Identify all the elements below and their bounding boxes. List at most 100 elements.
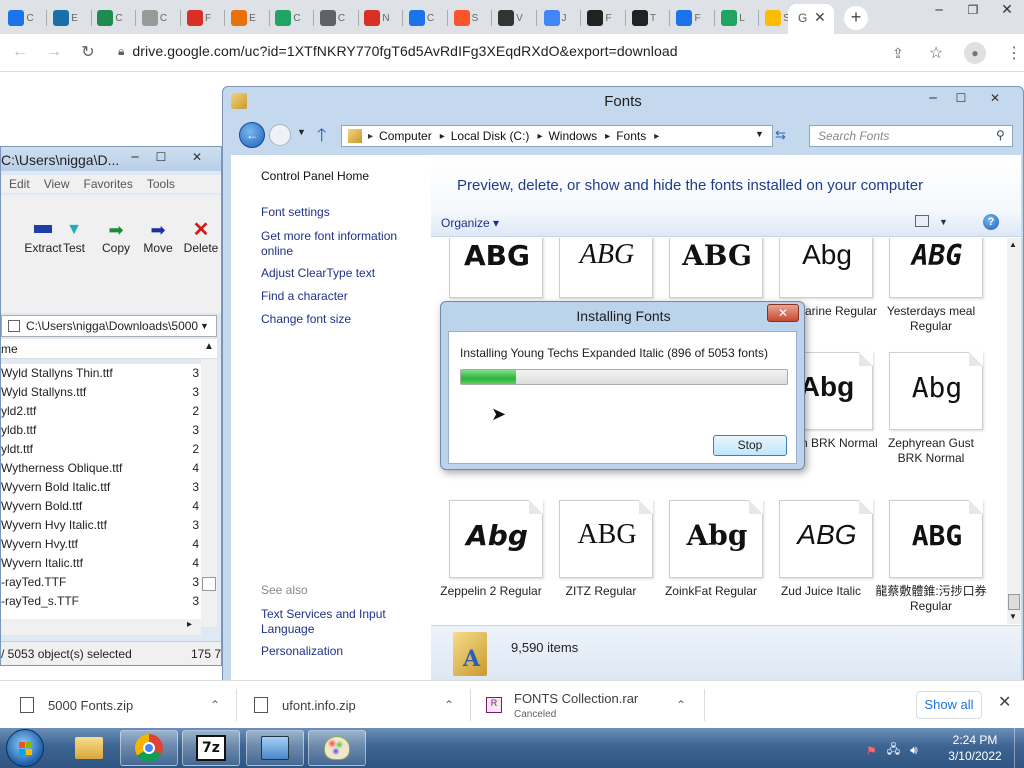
taskbar-7zip[interactable]: 7z bbox=[182, 730, 240, 766]
archive-file-row[interactable]: Wytherness Oblique.ttf 4 bbox=[1, 459, 201, 478]
reload-icon[interactable]: ↻ bbox=[78, 42, 98, 62]
archive-file-row[interactable]: Wyvern Italic.ttf 4 bbox=[1, 554, 201, 573]
clock[interactable]: 2:24 PM 3/10/2022 bbox=[942, 732, 1008, 764]
menu-kebab-icon[interactable]: ⋮ bbox=[1004, 43, 1024, 63]
test-button[interactable]: ▼ Test bbox=[59, 221, 89, 255]
archive-file-row[interactable]: -rayTed.TTF 3 bbox=[1, 573, 201, 592]
bookmark-star-icon[interactable]: ☆ bbox=[926, 43, 946, 63]
action-center-flag-icon[interactable]: ⚑ bbox=[866, 744, 877, 758]
browser-tab[interactable]: C bbox=[95, 4, 125, 32]
font-item[interactable]: Abg Zephyrean Gust BRK Normal bbox=[879, 352, 983, 482]
chevron-down-icon[interactable]: ▼ bbox=[200, 321, 209, 331]
download-item[interactable]: 5000 Fonts.zip ⌃ bbox=[20, 681, 230, 729]
close-downloads-icon[interactable]: ✕ bbox=[998, 692, 1011, 712]
archive-maximize-icon[interactable]: ☐ bbox=[149, 150, 173, 166]
browser-tab[interactable]: F bbox=[674, 4, 704, 32]
archive-file-row[interactable]: yldb.ttf 3 bbox=[1, 421, 201, 440]
minimize-icon[interactable]: ─ bbox=[922, 3, 956, 19]
fonts-address-bar[interactable]: ▸ Computer ▸ Local Disk (C:) ▸ Windows ▸… bbox=[341, 125, 773, 147]
archive-path-combo[interactable]: C:\Users\nigga\Downloads\5000 ▼ bbox=[1, 315, 217, 337]
font-item[interactable]: Abg Zeppelin 2 Regular bbox=[439, 500, 543, 624]
archive-column-header[interactable]: me ▲ bbox=[1, 339, 217, 359]
view-chevron-icon[interactable]: ▼ bbox=[939, 217, 948, 227]
chevron-up-icon[interactable]: ⌃ bbox=[444, 698, 454, 712]
recent-pages-chevron-icon[interactable]: ▼ bbox=[297, 127, 306, 137]
share-icon[interactable]: ⇪ bbox=[888, 45, 908, 62]
menu-tools[interactable]: Tools bbox=[147, 177, 175, 191]
font-settings-link[interactable]: Font settings bbox=[261, 205, 330, 220]
breadcrumb-computer[interactable]: Computer bbox=[379, 129, 432, 144]
start-button-icon[interactable] bbox=[6, 729, 44, 767]
text-services-link[interactable]: Text Services and Input Language bbox=[261, 607, 411, 637]
forward-button-icon[interactable] bbox=[269, 124, 291, 146]
address-dropdown-icon[interactable]: ▼ bbox=[755, 129, 764, 139]
browser-tab[interactable]: C bbox=[407, 4, 437, 32]
scroll-up-icon[interactable]: ▲ bbox=[204, 341, 214, 352]
font-item[interactable]: Abg ZoinkFat Regular bbox=[659, 500, 763, 624]
download-item[interactable]: R FONTS Collection.rar Canceled ⌃ bbox=[486, 681, 696, 729]
url-text[interactable]: drive.google.com/uc?id=1XTfNKRY770fgT6d5… bbox=[132, 43, 677, 59]
profile-avatar-icon[interactable]: ● bbox=[964, 42, 986, 64]
browser-tab[interactable]: F bbox=[184, 4, 214, 32]
archive-file-row[interactable]: -rayTed_s.TTF 3 bbox=[1, 592, 201, 611]
archive-file-row[interactable]: Wyld Stallyns.ttf 3 bbox=[1, 383, 201, 402]
browser-tab[interactable]: N bbox=[362, 4, 392, 32]
archive-file-row[interactable]: Wyvern Bold Italic.ttf 3 bbox=[1, 478, 201, 497]
cleartype-link[interactable]: Adjust ClearType text bbox=[261, 266, 375, 281]
name-column-header[interactable]: me bbox=[1, 342, 18, 356]
taskbar-chrome[interactable] bbox=[120, 730, 178, 766]
menu-favorites[interactable]: Favorites bbox=[83, 177, 132, 191]
more-font-info-link[interactable]: Get more font information online bbox=[261, 229, 421, 259]
close-window-icon[interactable]: ✕ bbox=[990, 3, 1024, 19]
browser-tab[interactable]: C bbox=[318, 4, 348, 32]
font-item[interactable]: ABG Zud Juice Italic bbox=[769, 500, 873, 624]
browser-tab[interactable]: C bbox=[140, 4, 170, 32]
chevron-up-icon[interactable]: ⌃ bbox=[676, 698, 686, 712]
font-item[interactable]: ABG ZITZ Regular bbox=[549, 500, 653, 624]
personalization-link[interactable]: Personalization bbox=[261, 644, 343, 659]
new-tab-button[interactable]: + bbox=[844, 6, 868, 30]
archive-minimize-icon[interactable]: ─ bbox=[123, 150, 147, 166]
show-desktop-button[interactable] bbox=[1014, 728, 1024, 768]
dialog-close-icon[interactable]: ✕ bbox=[767, 304, 799, 322]
stop-button[interactable]: Stop bbox=[713, 435, 787, 456]
fonts-close-icon[interactable]: ✕ bbox=[977, 91, 1013, 107]
change-font-size-link[interactable]: Change font size bbox=[261, 312, 351, 327]
font-item[interactable]: ABG Yesterdays meal Regular bbox=[879, 238, 983, 350]
scrollbar-thumb[interactable] bbox=[202, 577, 216, 591]
archive-file-row[interactable]: yldt.ttf 2 bbox=[1, 440, 201, 459]
archive-hscrollbar[interactable]: ▸ bbox=[1, 619, 201, 635]
browser-tab[interactable]: S bbox=[451, 4, 481, 32]
browser-tab[interactable]: J bbox=[540, 4, 570, 32]
back-arrow-icon[interactable]: ← bbox=[10, 43, 30, 61]
archive-file-row[interactable]: Wyvern Hvy.ttf 4 bbox=[1, 535, 201, 554]
browser-tab[interactable]: L bbox=[718, 4, 748, 32]
delete-button[interactable]: ✕ Delete bbox=[181, 220, 221, 255]
scroll-up-icon[interactable]: ▲ bbox=[1009, 240, 1017, 249]
move-button[interactable]: ➡ Move bbox=[141, 221, 175, 255]
browser-tab[interactable]: E bbox=[229, 4, 259, 32]
archive-scrollbar[interactable] bbox=[201, 359, 217, 627]
fonts-maximize-icon[interactable]: ☐ bbox=[949, 91, 973, 107]
fonts-scrollbar[interactable]: ▲ ▼ bbox=[1007, 238, 1021, 624]
scroll-right-icon[interactable]: ▸ bbox=[187, 619, 192, 630]
archive-close-icon[interactable]: ✕ bbox=[185, 150, 209, 166]
help-icon[interactable]: ? bbox=[983, 214, 999, 230]
control-panel-home-link[interactable]: Control Panel Home bbox=[261, 169, 369, 184]
active-tab[interactable]: G ✕ bbox=[788, 4, 834, 34]
taskbar-paint[interactable] bbox=[308, 730, 366, 766]
view-icon[interactable] bbox=[915, 215, 929, 227]
browser-tab[interactable]: C bbox=[273, 4, 303, 32]
organize-button[interactable]: Organize ▾ bbox=[441, 216, 499, 230]
breadcrumb-local-disk[interactable]: Local Disk (C:) bbox=[451, 129, 530, 144]
menu-view[interactable]: View bbox=[44, 177, 70, 191]
fonts-search-input[interactable]: Search Fonts ⚲ bbox=[809, 125, 1013, 147]
archive-file-row[interactable]: yld2.ttf 2 bbox=[1, 402, 201, 421]
back-button-icon[interactable]: ← bbox=[239, 122, 265, 148]
taskbar-explorer[interactable] bbox=[60, 730, 118, 766]
archive-file-row[interactable]: Wyld Stallyns Thin.ttf 3 bbox=[1, 364, 201, 383]
breadcrumb-windows[interactable]: Windows bbox=[548, 129, 597, 144]
chevron-up-icon[interactable]: ⌃ bbox=[210, 698, 220, 712]
copy-button[interactable]: ➡ Copy bbox=[99, 221, 133, 255]
browser-tab[interactable]: C bbox=[6, 4, 36, 32]
